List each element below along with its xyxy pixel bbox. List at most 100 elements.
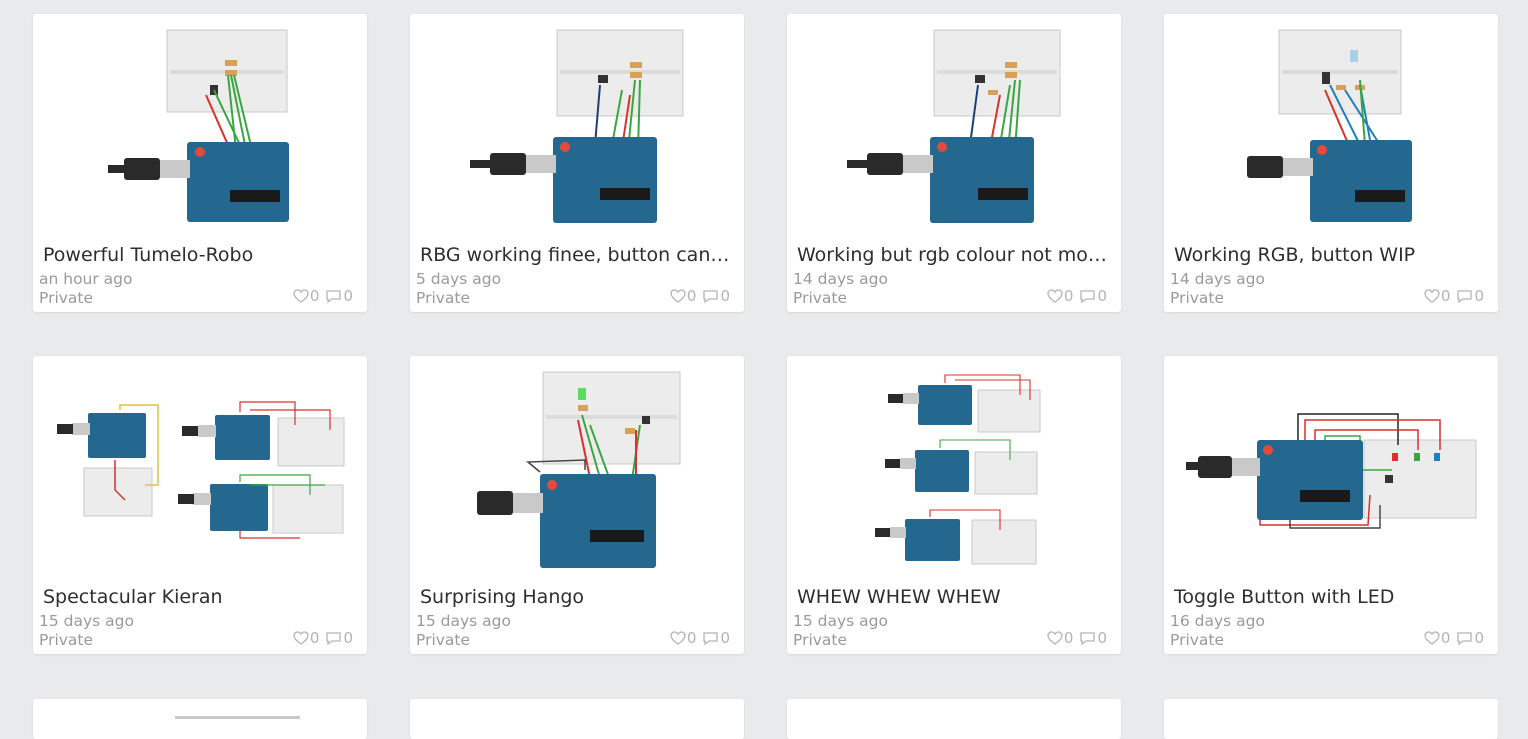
comment-button[interactable]: 0 bbox=[1079, 629, 1107, 647]
design-visibility: Private bbox=[416, 289, 471, 307]
design-visibility: Private bbox=[416, 631, 471, 649]
design-timestamp: 14 days ago bbox=[793, 270, 888, 288]
design-title[interactable]: WHEW WHEW WHEW bbox=[797, 586, 1109, 608]
design-card[interactable]: Spectacular Kieran 15 days ago Private 0… bbox=[33, 356, 367, 654]
comment-button[interactable]: 0 bbox=[1456, 287, 1484, 305]
design-card[interactable] bbox=[33, 699, 367, 739]
design-visibility: Private bbox=[39, 631, 94, 649]
design-card[interactable]: Surprising Hango 15 days ago Private 0 0 bbox=[410, 356, 744, 654]
design-stats: 0 0 bbox=[1424, 287, 1484, 305]
heart-icon bbox=[670, 631, 686, 645]
design-title[interactable]: Working but rgb colour not mov... bbox=[797, 244, 1109, 266]
design-title[interactable]: RBG working finee, button can ... bbox=[420, 244, 732, 266]
like-button[interactable]: 0 bbox=[1047, 629, 1074, 647]
design-stats: 0 0 bbox=[1047, 287, 1107, 305]
like-count: 0 bbox=[686, 629, 697, 647]
design-title[interactable]: Toggle Button with LED bbox=[1174, 586, 1486, 608]
circuit-thumbnail[interactable] bbox=[787, 356, 1121, 584]
design-visibility: Private bbox=[793, 631, 848, 649]
comment-button[interactable]: 0 bbox=[702, 629, 730, 647]
comment-count: 0 bbox=[1474, 629, 1484, 647]
heart-icon bbox=[1424, 631, 1440, 645]
comment-count: 0 bbox=[720, 629, 730, 647]
design-title[interactable]: Working RGB, button WIP bbox=[1174, 244, 1486, 266]
circuit-thumbnail[interactable] bbox=[33, 14, 367, 242]
like-button[interactable]: 0 bbox=[670, 629, 697, 647]
design-timestamp: 14 days ago bbox=[1170, 270, 1265, 288]
speech-bubble-icon bbox=[326, 631, 342, 645]
comment-count: 0 bbox=[1097, 287, 1107, 305]
comment-count: 0 bbox=[343, 629, 353, 647]
design-timestamp: an hour ago bbox=[39, 270, 133, 288]
like-button[interactable]: 0 bbox=[293, 629, 320, 647]
design-card[interactable] bbox=[787, 699, 1121, 739]
design-timestamp: 15 days ago bbox=[39, 612, 134, 630]
like-button[interactable]: 0 bbox=[670, 287, 697, 305]
design-stats: 0 0 bbox=[293, 287, 353, 305]
circuit-thumbnail[interactable] bbox=[410, 14, 744, 242]
circuit-thumbnail[interactable] bbox=[410, 356, 744, 584]
comment-button[interactable]: 0 bbox=[1456, 629, 1484, 647]
like-button[interactable]: 0 bbox=[293, 287, 320, 305]
circuit-thumbnail[interactable] bbox=[787, 14, 1121, 242]
like-count: 0 bbox=[1440, 629, 1451, 647]
speech-bubble-icon bbox=[1457, 631, 1473, 645]
speech-bubble-icon bbox=[703, 631, 719, 645]
design-timestamp: 15 days ago bbox=[793, 612, 888, 630]
heart-icon bbox=[1047, 289, 1063, 303]
speech-bubble-icon bbox=[1457, 289, 1473, 303]
design-visibility: Private bbox=[1170, 631, 1225, 649]
like-button[interactable]: 0 bbox=[1424, 629, 1451, 647]
design-card[interactable] bbox=[410, 699, 744, 739]
speech-bubble-icon bbox=[1080, 631, 1096, 645]
comment-button[interactable]: 0 bbox=[325, 287, 353, 305]
design-title[interactable]: Spectacular Kieran bbox=[43, 586, 355, 608]
design-card[interactable]: Powerful Tumelo-Robo an hour ago Private… bbox=[33, 14, 367, 312]
comment-count: 0 bbox=[343, 287, 353, 305]
circuit-thumbnail[interactable] bbox=[33, 356, 367, 584]
comment-button[interactable]: 0 bbox=[702, 287, 730, 305]
heart-icon bbox=[1047, 631, 1063, 645]
comment-button[interactable]: 0 bbox=[1079, 287, 1107, 305]
design-title[interactable]: Surprising Hango bbox=[420, 586, 732, 608]
comment-button[interactable]: 0 bbox=[325, 629, 353, 647]
like-count: 0 bbox=[686, 287, 697, 305]
design-visibility: Private bbox=[793, 289, 848, 307]
like-count: 0 bbox=[1063, 287, 1074, 305]
speech-bubble-icon bbox=[703, 289, 719, 303]
like-count: 0 bbox=[309, 629, 320, 647]
design-title[interactable]: Powerful Tumelo-Robo bbox=[43, 244, 355, 266]
design-stats: 0 0 bbox=[670, 629, 730, 647]
design-visibility: Private bbox=[39, 289, 94, 307]
comment-count: 0 bbox=[1097, 629, 1107, 647]
design-card[interactable]: RBG working finee, button can ... 5 days… bbox=[410, 14, 744, 312]
speech-bubble-icon bbox=[1080, 289, 1096, 303]
design-timestamp: 16 days ago bbox=[1170, 612, 1265, 630]
like-button[interactable]: 0 bbox=[1047, 287, 1074, 305]
design-card[interactable]: Working but rgb colour not mov... 14 day… bbox=[787, 14, 1121, 312]
like-count: 0 bbox=[1440, 287, 1451, 305]
design-card[interactable] bbox=[1164, 699, 1498, 739]
design-stats: 0 0 bbox=[1424, 629, 1484, 647]
design-visibility: Private bbox=[1170, 289, 1225, 307]
comment-count: 0 bbox=[720, 287, 730, 305]
design-stats: 0 0 bbox=[1047, 629, 1107, 647]
like-count: 0 bbox=[309, 287, 320, 305]
like-button[interactable]: 0 bbox=[1424, 287, 1451, 305]
heart-icon bbox=[293, 289, 309, 303]
design-timestamp: 15 days ago bbox=[416, 612, 511, 630]
heart-icon bbox=[293, 631, 309, 645]
design-card[interactable]: Toggle Button with LED 16 days ago Priva… bbox=[1164, 356, 1498, 654]
design-timestamp: 5 days ago bbox=[416, 270, 502, 288]
heart-icon bbox=[670, 289, 686, 303]
comment-count: 0 bbox=[1474, 287, 1484, 305]
circuit-thumbnail[interactable] bbox=[1164, 14, 1498, 242]
speech-bubble-icon bbox=[326, 289, 342, 303]
circuit-thumbnail[interactable] bbox=[1164, 356, 1498, 584]
like-count: 0 bbox=[1063, 629, 1074, 647]
heart-icon bbox=[1424, 289, 1440, 303]
design-card[interactable]: Working RGB, button WIP 14 days ago Priv… bbox=[1164, 14, 1498, 312]
design-stats: 0 0 bbox=[293, 629, 353, 647]
design-stats: 0 0 bbox=[670, 287, 730, 305]
design-card[interactable]: WHEW WHEW WHEW 15 days ago Private 0 0 bbox=[787, 356, 1121, 654]
